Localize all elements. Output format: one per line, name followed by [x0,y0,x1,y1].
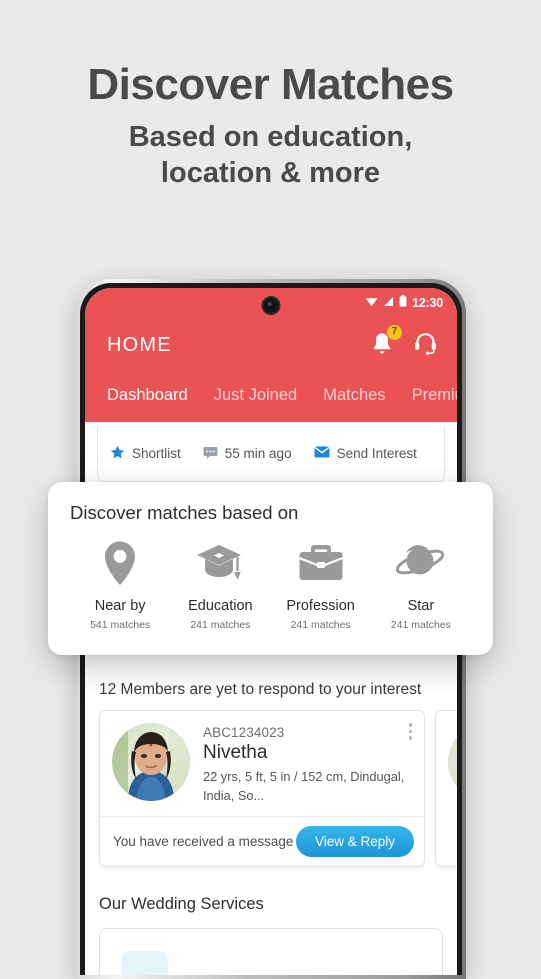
pending-section-title: 12 Members are yet to respond to your in… [99,681,422,698]
send-interest-label: Send Interest [336,446,417,461]
discover-option-count: 241 matches [290,619,351,631]
header-actions: 7 [370,324,439,361]
tab-just-joined[interactable]: Just Joined [214,386,297,411]
planet-icon [371,538,471,588]
discover-option-label: Education [188,598,253,614]
tab-matches[interactable]: Matches [323,386,385,411]
pending-profile-list[interactable]: ABC1234023 Nivetha 22 yrs, 5 ft, 5 in / … [85,710,457,867]
notifications-button[interactable]: 7 [370,324,402,361]
discover-option-count: 241 matches [190,619,251,631]
discover-options-grid: Near by 541 matches Education 241 matche… [70,538,471,631]
envelope-icon [314,446,330,461]
avatar [112,723,190,802]
kebab-menu-icon[interactable] [408,723,412,740]
status-bar-time: 12:30 [412,296,443,310]
profile-info: ABC1234023 Nivetha 22 yrs, 5 ft, 5 in / … [203,723,414,805]
profile-details: 22 yrs, 5 ft, 5 in / 152 cm, Dindugal, I… [203,769,405,803]
avatar [448,723,457,802]
send-interest-action[interactable]: Send Interest [314,446,417,461]
bell-icon [370,332,394,360]
profile-card-top: ABC1234023 Nivetha 22 yrs, 5 ft, 5 in / … [100,711,424,815]
promo-subline-2: location & more [160,156,381,189]
discover-option-count: 241 matches [390,619,451,631]
headset-icon[interactable] [412,330,439,361]
tab-dashboard[interactable]: Dashboard [107,386,188,411]
profile-card-top [436,711,457,811]
graduation-cap-icon [170,538,270,588]
services-card[interactable] [99,927,443,975]
front-camera-icon [261,296,281,315]
app-header-row: HOME 7 [85,318,457,361]
wifi-icon [365,294,378,312]
chat-icon [203,446,218,462]
star-icon [110,445,125,463]
signal-icon [383,294,394,312]
shortlist-action[interactable]: Shortlist [110,445,181,463]
notification-badge: 7 [387,324,402,340]
promo-headline-main: Discover Matches [87,60,454,109]
page-title: HOME [107,334,172,356]
last-seen-label: 55 min ago [224,446,292,461]
briefcase-icon [271,538,371,588]
promo-headline: Discover Matches Based on education, loc… [0,60,541,191]
app-header: 12:30 HOME 7 Dashboard Just Joined Match… [85,288,457,422]
profile-card-next-peek[interactable] [435,710,457,867]
service-thumbnail-placeholder [122,950,168,975]
tab-premium[interactable]: Premium [412,386,457,411]
profile-id: ABC1234023 [203,725,285,741]
discover-option-label: Profession [286,598,355,614]
discover-option-near-by[interactable]: Near by 541 matches [70,538,170,631]
tab-bar[interactable]: Dashboard Just Joined Matches Premium [85,377,457,411]
discover-option-count: 541 matches [90,619,151,631]
discover-option-star[interactable]: Star 241 matches [371,538,471,631]
profile-action-strip: Shortlist 55 min ago Send Interest [97,426,445,482]
services-section-title: Our Wedding Services [99,894,264,913]
profile-message-status: You have received a message [113,833,294,849]
profile-card-footer: You have received a message View & Reply [100,815,424,866]
promo-subline-1: Based on education, [128,121,413,154]
shortlist-label: Shortlist [132,446,181,461]
discover-option-label: Near by [94,598,146,614]
location-pin-icon [70,538,170,588]
view-and-reply-button[interactable]: View & Reply [295,825,414,857]
discover-matches-card: Discover matches based on Near by 541 ma… [48,482,493,655]
discover-option-profession[interactable]: Profession 241 matches [271,538,371,631]
discover-option-label: Star [407,598,435,614]
last-seen-info: 55 min ago [203,446,292,462]
battery-icon [399,294,407,312]
profile-card[interactable]: ABC1234023 Nivetha 22 yrs, 5 ft, 5 in / … [99,710,425,867]
discover-card-title: Discover matches based on [70,502,299,523]
discover-option-education[interactable]: Education 241 matches [170,538,270,631]
profile-name: Nivetha [203,742,268,764]
